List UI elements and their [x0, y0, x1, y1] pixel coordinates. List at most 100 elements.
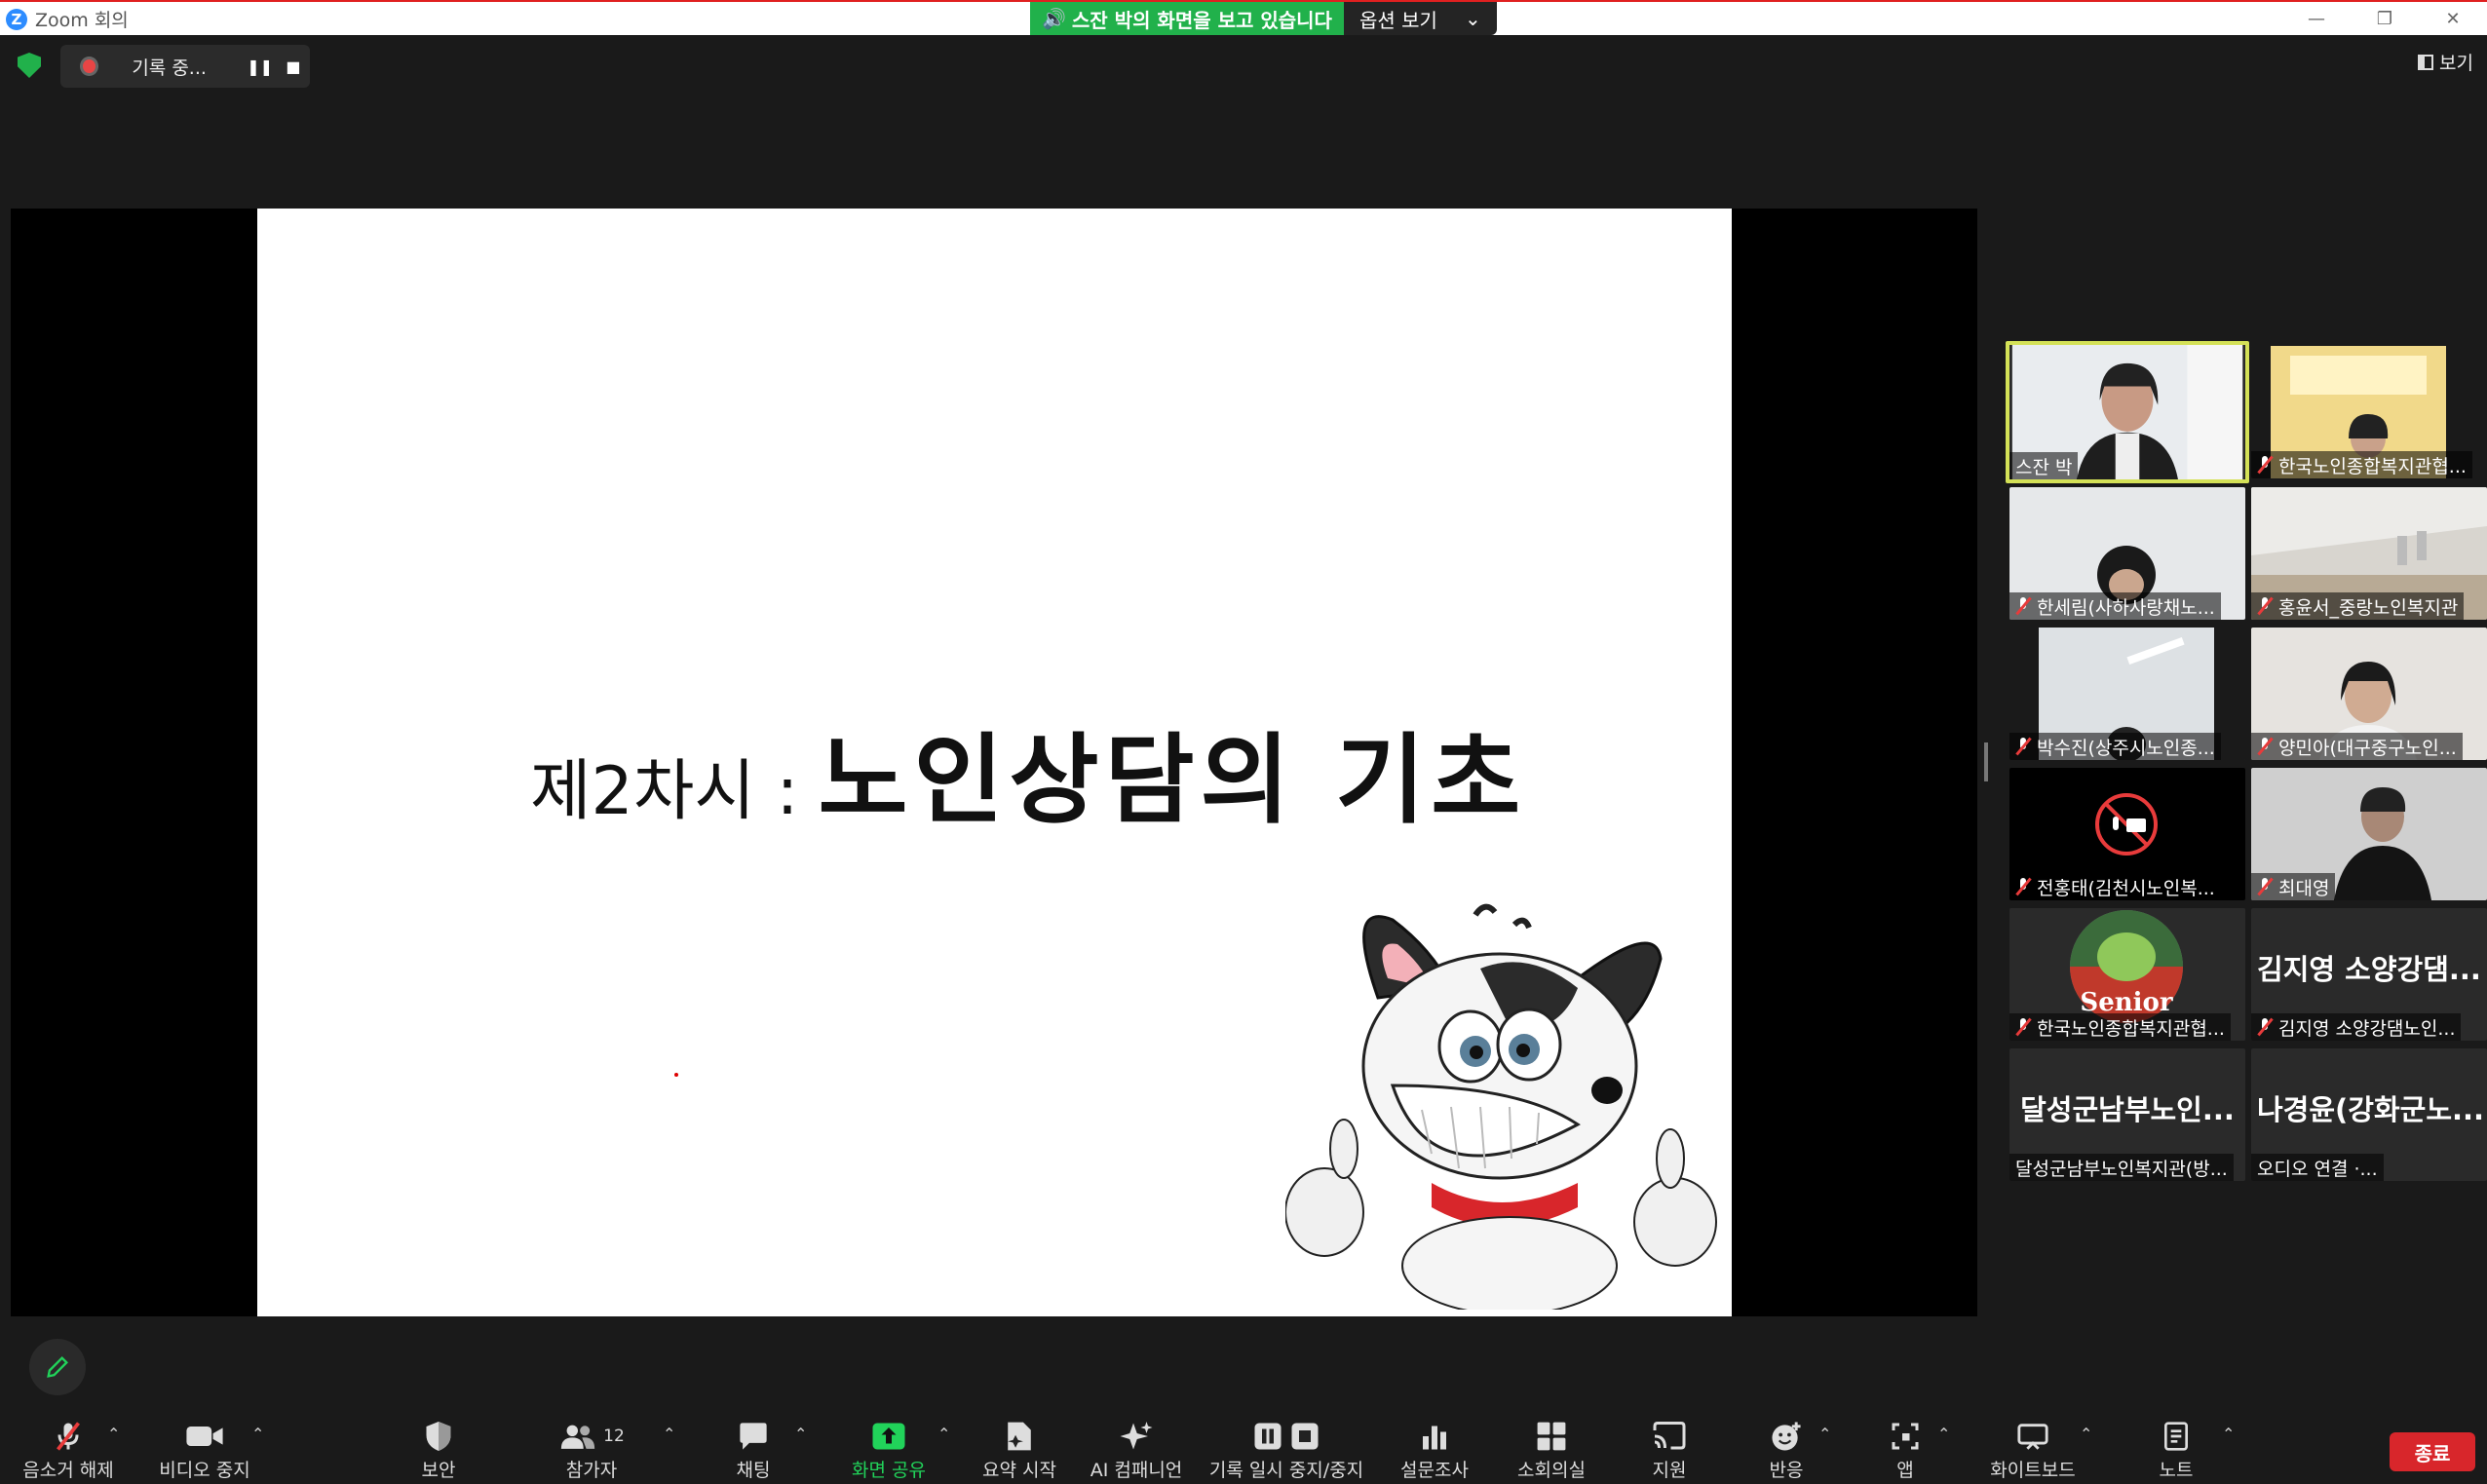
app-title: Z Zoom 회의	[6, 6, 129, 32]
participant-tile[interactable]: 김지영 소양강댐... 김지영 소양강댐노인...	[2251, 908, 2487, 1041]
view-layout-icon	[2418, 54, 2434, 70]
audio-options-caret[interactable]: ⌃	[107, 1425, 120, 1443]
unmute-label: 음소거 해제	[22, 1460, 114, 1481]
participant-tile[interactable]: 최대영	[2251, 768, 2487, 900]
participant-namebar: 달성군남부노인복지관(방...	[2009, 1154, 2234, 1181]
participant-tile[interactable]: Senior 한국노인종합복지관협...	[2009, 908, 2245, 1041]
meeting-top-bar: 기록 중... ❚❚ ■ 보기	[0, 35, 2487, 94]
participant-tile[interactable]: 한국노인종합복지관협...	[2251, 346, 2487, 478]
polls-label: 설문조사	[1400, 1460, 1469, 1481]
notes-label: 노트	[2159, 1460, 2194, 1481]
view-options-button[interactable]: 옵션 보기 ⌄	[1343, 2, 1497, 35]
notes-button[interactable]: 노트	[2152, 1403, 2200, 1484]
chat-label: 채팅	[736, 1460, 771, 1481]
unmute-button[interactable]: 음소거 해제	[14, 1403, 123, 1484]
participant-name: 홍윤서_중랑노인복지관	[2278, 596, 2459, 619]
chat-button[interactable]: 채팅	[729, 1403, 778, 1484]
shared-screen[interactable]: 제2차시 : 노인상담의 기초	[11, 209, 1977, 1316]
view-options-label: 옵션 보기	[1358, 8, 1437, 32]
bar-chart-icon	[1423, 1426, 1446, 1450]
reactions-button[interactable]: 반응	[1762, 1403, 1811, 1484]
participant-name: 한국노인종합복지관협...	[2037, 1017, 2225, 1040]
minimize-button[interactable]: —	[2282, 2, 2351, 35]
participant-namebar: 최대영	[2251, 873, 2336, 900]
participant-tile[interactable]: 스잔 박	[2006, 341, 2249, 483]
pencil-icon	[47, 1356, 68, 1378]
chevron-down-icon: ⌄	[1464, 7, 1481, 30]
participant-name: 양민아(대구중구노인...	[2278, 737, 2457, 759]
video-options-caret[interactable]: ⌃	[251, 1425, 264, 1443]
breakout-rooms-label: 소회의실	[1517, 1460, 1586, 1481]
participants-label: 참가자	[565, 1460, 618, 1481]
muted-mic-icon	[2015, 877, 2031, 896]
breakout-rooms-button[interactable]: 소회의실	[1511, 1403, 1592, 1484]
encryption-shield-icon[interactable]	[18, 53, 41, 78]
participant-namebar: 오디오 연결 ·...	[2251, 1154, 2384, 1181]
participant-tile[interactable]: 전홍태(김천시노인복...	[2009, 768, 2245, 900]
record-pause-stop-label: 기록 일시 중지/중지	[1208, 1460, 1364, 1481]
participant-tile[interactable]: 박수진(상주시노인종...	[2009, 628, 2245, 760]
stop-icon	[1291, 1423, 1319, 1450]
panel-resize-handle[interactable]	[1984, 742, 1988, 781]
record-dot-icon	[80, 57, 99, 76]
participant-name: 김지영 소양강댐노인...	[2278, 1017, 2456, 1040]
annotate-button[interactable]	[29, 1339, 86, 1395]
apps-button[interactable]: 앱	[1881, 1403, 1930, 1484]
participant-name: 한세림(사하사랑채노...	[2037, 596, 2215, 619]
restore-button[interactable]: ❐	[2351, 2, 2419, 35]
viewing-share-indicator: 🔊 스잔 박의 화면을 보고 있습니다	[1030, 2, 1344, 35]
participant-namebar: 홍윤서_중랑노인복지관	[2251, 592, 2465, 620]
participants-button[interactable]: 12 참가자	[557, 1403, 626, 1484]
muted-mic-icon	[2015, 737, 2031, 756]
share-screen-button[interactable]: 화면 공유	[850, 1403, 928, 1484]
stop-video-button[interactable]: 비디오 중지	[156, 1403, 253, 1484]
participant-name: 최대영	[2278, 877, 2330, 899]
participants-options-caret[interactable]: ⌃	[663, 1425, 675, 1443]
participant-tile[interactable]: 한세림(사하사랑채노...	[2009, 487, 2245, 620]
participant-tile[interactable]: 홍윤서_중랑노인복지관	[2251, 487, 2487, 620]
summary-label: 요약 시작	[982, 1460, 1056, 1481]
polls-button[interactable]: 설문조사	[1394, 1403, 1475, 1484]
stop-video-label: 비디오 중지	[159, 1460, 250, 1481]
share-options-caret[interactable]: ⌃	[937, 1425, 950, 1443]
end-meeting-button[interactable]: 종료	[2390, 1432, 2475, 1471]
apps-options-caret[interactable]: ⌃	[1937, 1425, 1950, 1443]
close-button[interactable]: ✕	[2419, 2, 2487, 35]
participant-tile[interactable]: 달성군남부노인... 달성군남부노인복지관(방...	[2009, 1048, 2245, 1181]
window-controls: — ❐ ✕	[2282, 2, 2487, 35]
shield-icon	[426, 1422, 451, 1451]
whiteboard-button[interactable]: 화이트보드	[1984, 1403, 2082, 1484]
title-bar: Z Zoom 회의 🔊 스잔 박의 화면을 보고 있습니다 옵션 보기 ⌄ — …	[0, 0, 2487, 35]
grid-icon	[1537, 1422, 1566, 1451]
ai-companion-button[interactable]: AI 컴패니언	[1088, 1403, 1185, 1484]
participant-namebar: 박수진(상주시노인종...	[2009, 733, 2221, 760]
participant-display-name: 김지영 소양강댐...	[2257, 953, 2481, 986]
participants-icon	[561, 1425, 595, 1449]
muted-mic-icon	[2257, 1017, 2273, 1037]
pause-recording-button[interactable]: ❚❚	[244, 49, 277, 84]
participant-namebar: 스잔 박	[2009, 452, 2079, 479]
stop-recording-button[interactable]: ■	[277, 49, 310, 84]
view-button[interactable]: 보기	[2418, 49, 2473, 75]
participant-tile[interactable]: 나경윤(강화군노... 오디오 연결 ·...	[2251, 1048, 2487, 1181]
record-pause-stop-button[interactable]: 기록 일시 중지/중지	[1206, 1403, 1366, 1484]
apps-label: 앱	[1896, 1460, 1914, 1481]
participant-name: 한국노인종합복지관협...	[2278, 455, 2467, 477]
participant-name: 전홍태(김천시노인복...	[2037, 877, 2215, 899]
notes-options-caret[interactable]: ⌃	[2222, 1425, 2235, 1443]
summary-button[interactable]: 요약 시작	[978, 1403, 1060, 1484]
participant-tile[interactable]: 양민아(대구중구노인...	[2251, 628, 2487, 760]
dog-mascot-image	[1285, 903, 1717, 1310]
participant-display-name: 달성군남부노인...	[2020, 1093, 2235, 1126]
summary-document-icon	[1008, 1422, 1031, 1451]
whiteboard-label: 화이트보드	[1990, 1460, 2076, 1481]
support-button[interactable]: 지원	[1645, 1403, 1694, 1484]
reactions-options-caret[interactable]: ⌃	[1818, 1425, 1831, 1443]
whiteboard-options-caret[interactable]: ⌃	[2080, 1425, 2092, 1443]
security-button[interactable]: 보안	[409, 1403, 468, 1484]
slide-title-prefix: 제2차시 :	[530, 753, 799, 830]
window-title: Zoom 회의	[35, 10, 129, 31]
chat-options-caret[interactable]: ⌃	[794, 1425, 807, 1443]
muted-mic-icon	[2257, 596, 2273, 616]
share-screen-label: 화면 공유	[852, 1460, 926, 1481]
